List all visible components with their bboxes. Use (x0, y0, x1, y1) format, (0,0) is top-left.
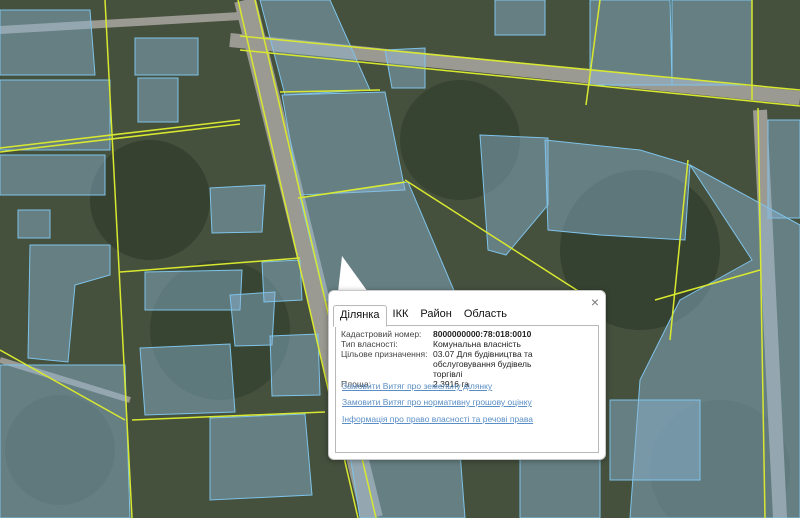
info-label: Цільове призначення: (341, 349, 428, 359)
close-icon[interactable]: × (591, 295, 599, 309)
tab-content: Кадастровий номер: 8000000000:78:018:001… (335, 325, 599, 453)
parcel-info-popup: × Ділянка ІКК Район Область Кадастровий … (328, 290, 606, 460)
info-value: Комунальна власність (433, 339, 521, 349)
order-parcel-extract-link[interactable]: Замовити Витяг про земельну ділянку (342, 381, 492, 391)
popup-pointer (338, 256, 368, 292)
tab-ikk[interactable]: ІКК (387, 305, 415, 325)
order-valuation-extract-link[interactable]: Замовити Витяг про нормативну грошову оц… (342, 397, 532, 407)
parcel-info-table: Кадастровий номер: 8000000000:78:018:001… (341, 329, 553, 389)
info-row-purpose: Цільове призначення: 03.07 Для будівницт… (341, 349, 553, 379)
tab-dilianka[interactable]: Ділянка (333, 305, 387, 327)
info-label: Тип власності: (341, 339, 398, 349)
info-row-cadastral-number: Кадастровий номер: 8000000000:78:018:001… (341, 329, 553, 339)
tab-raion[interactable]: Район (414, 305, 457, 325)
info-row-ownership-type: Тип власності: Комунальна власність (341, 339, 553, 349)
info-label: Кадастровий номер: (341, 329, 422, 339)
info-value: 8000000000:78:018:0010 (433, 329, 532, 339)
ownership-info-link[interactable]: Інформація про право власності та речові… (342, 414, 533, 424)
info-value: 03.07 Для будівництва та обслуговування … (433, 349, 533, 379)
popup-tabs: Ділянка ІКК Район Область (333, 305, 513, 327)
tab-oblast[interactable]: Область (458, 305, 513, 325)
